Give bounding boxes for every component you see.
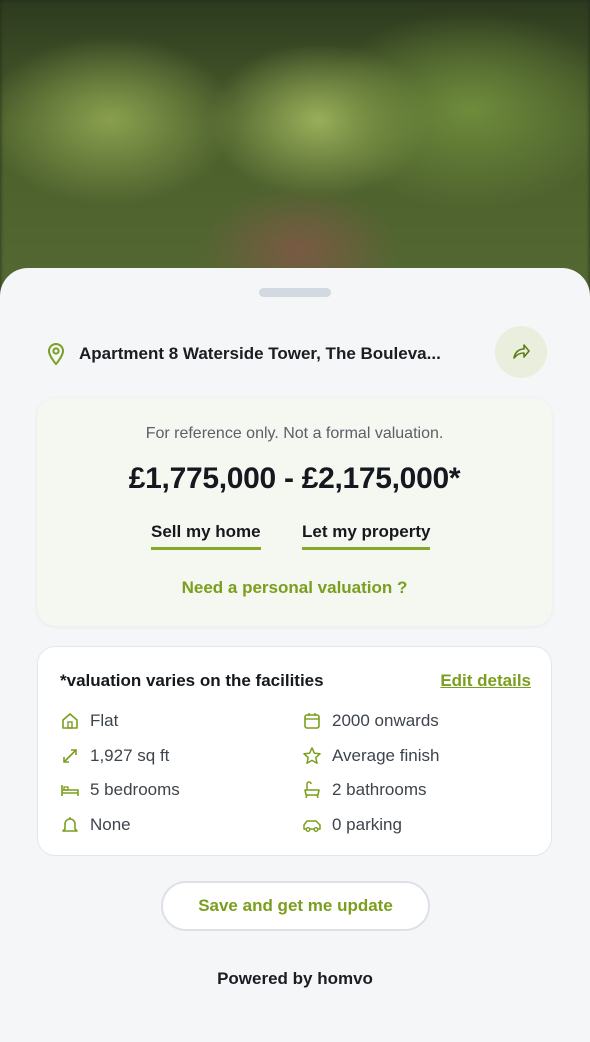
facility-item: Average finish	[302, 744, 439, 768]
star-icon	[303, 747, 321, 764]
location-pin-icon	[47, 343, 65, 366]
valuation-card: For reference only. Not a formal valuati…	[37, 398, 552, 626]
powered-by-text: Powered by homvo	[217, 969, 373, 988]
facility-label: 2000 onwards	[332, 711, 439, 730]
facility-item: Flat	[60, 709, 118, 733]
sell-my-home-link[interactable]: Sell my home	[151, 522, 261, 550]
let-my-property-link[interactable]: Let my property	[302, 522, 431, 550]
valuation-disclaimer: For reference only. Not a formal valuati…	[145, 425, 444, 442]
calendar-icon	[304, 713, 320, 729]
bath-icon	[304, 781, 320, 799]
facility-label: 2 bathrooms	[332, 780, 427, 799]
facility-item: None	[60, 813, 131, 837]
car-icon	[303, 820, 321, 832]
drag-handle[interactable]	[259, 288, 331, 297]
facility-label: Flat	[90, 711, 119, 730]
save-and-get-update-button[interactable]: Save and get me update	[161, 881, 430, 931]
facility-item: 1,927 sq ft	[60, 744, 169, 768]
expand-arrows-icon	[63, 749, 77, 763]
share-arrow-icon	[513, 344, 530, 359]
share-button[interactable]	[495, 326, 547, 378]
facility-item: 5 bedrooms	[60, 778, 180, 802]
facilities-card: *valuation varies on the facilities Edit…	[37, 646, 552, 856]
facility-label: 5 bedrooms	[90, 780, 180, 799]
facility-label: None	[90, 815, 131, 834]
facility-item: 2 bathrooms	[302, 778, 427, 802]
bell-icon	[62, 817, 78, 832]
facility-item: 0 parking	[302, 813, 402, 837]
address-row: Apartment 8 Waterside Tower, The Bouleva…	[46, 338, 546, 378]
personal-valuation-link[interactable]: Need a personal valuation ?	[37, 578, 552, 598]
edit-details-link[interactable]: Edit details	[440, 671, 531, 691]
facility-item: 2000 onwards	[302, 709, 439, 733]
facility-label: Average finish	[332, 746, 440, 765]
home-icon	[62, 713, 78, 729]
address-text: Apartment 8 Waterside Tower, The Bouleva…	[79, 344, 441, 363]
bed-icon	[61, 785, 79, 796]
facility-label: 1,927 sq ft	[90, 746, 170, 765]
facility-label: 0 parking	[332, 815, 402, 834]
facilities-title: *valuation varies on the facilities	[60, 671, 324, 690]
price-range: £1,775,000 - £2,175,000*	[128, 462, 461, 495]
